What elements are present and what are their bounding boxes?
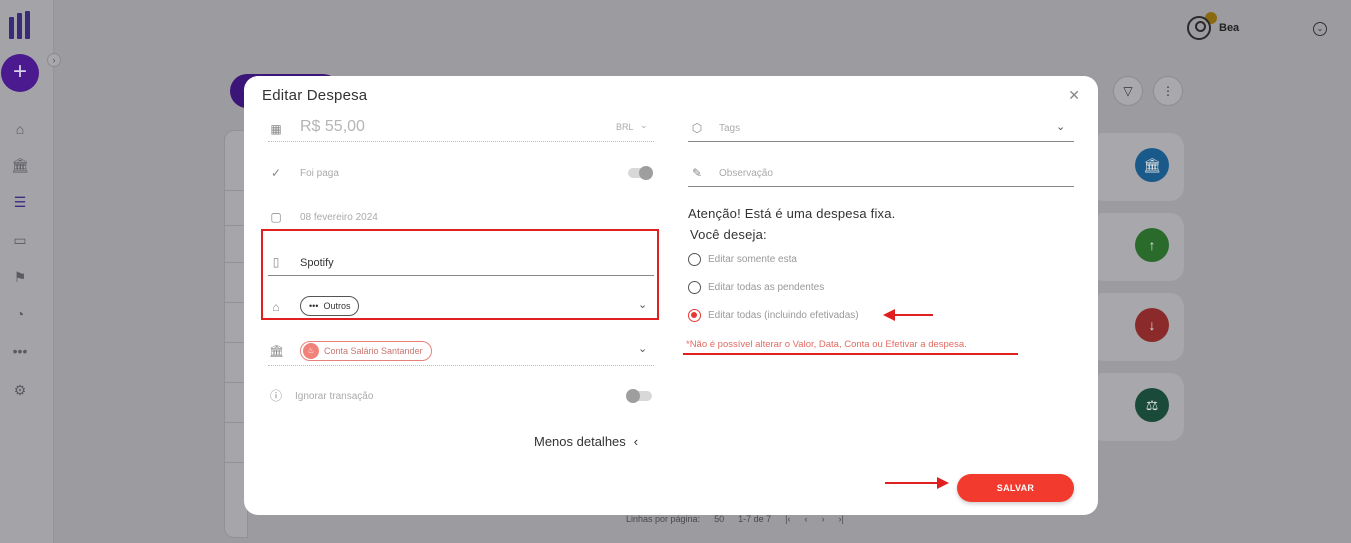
chevron-down-icon[interactable]: ⌄	[638, 342, 647, 355]
option-edit-all[interactable]: Editar todas (incluindo efetivadas)	[688, 309, 859, 322]
account-chip[interactable]: ♨ Conta Salário Santander	[300, 341, 432, 361]
option-edit-pending[interactable]: Editar todas as pendentes	[688, 281, 824, 294]
account-label: Conta Salário Santander	[324, 346, 423, 356]
radio-icon	[688, 281, 701, 294]
radio-icon	[688, 253, 701, 266]
kebab-menu-icon[interactable]: ⋮	[1153, 76, 1183, 106]
check-circle-icon: ✓	[270, 166, 282, 180]
highlight-underline	[683, 353, 1018, 355]
amount-field[interactable]: R$ 55,00	[300, 118, 365, 136]
date-field[interactable]: 08 fevereiro 2024	[300, 212, 378, 223]
page-range: 1-7 de 7	[738, 514, 772, 524]
arrow-left-icon	[883, 309, 933, 321]
warning-title: Atenção! Está é uma despesa fixa.	[688, 206, 896, 221]
radio-checked-icon	[688, 309, 701, 322]
chart-icon[interactable]: ◔	[11, 305, 29, 323]
ignore-label: Ignorar transação	[295, 391, 374, 402]
chevron-down-icon[interactable]: ⌄	[1313, 22, 1327, 36]
prev-page-icon[interactable]: ‹	[804, 514, 807, 524]
rows-per-page-label: Linhas por página:	[626, 514, 701, 524]
more-icon[interactable]: •••	[11, 342, 29, 360]
balance-icon: ⚖	[1135, 388, 1169, 422]
bank-icon[interactable]: 🏛	[11, 156, 29, 174]
bank-icon: 🏛	[269, 344, 285, 358]
home-icon[interactable]: ⌂	[11, 120, 29, 138]
list-icon[interactable]: ☰	[11, 193, 29, 211]
ignore-toggle[interactable]	[626, 389, 652, 403]
calendar-icon: ▢	[270, 210, 282, 224]
flag-icon[interactable]: ⚑	[11, 268, 29, 286]
option-label: Editar todas as pendentes	[708, 282, 825, 293]
modal-title: Editar Despesa	[262, 87, 368, 104]
tags-field[interactable]: Tags	[719, 123, 740, 134]
category-chip[interactable]: ••• Outros	[300, 296, 360, 316]
first-page-icon[interactable]: |‹	[785, 514, 790, 524]
arrow-down-icon: ↓	[1135, 308, 1169, 342]
chevron-down-icon[interactable]: ⌄	[640, 120, 648, 131]
add-button[interactable]: +	[1, 54, 39, 92]
divider	[268, 365, 654, 366]
bank-icon: 🏛	[1135, 148, 1169, 182]
pencil-icon: ✎	[691, 166, 703, 180]
bookmark-icon: ⌂	[272, 300, 280, 314]
divider	[268, 275, 654, 276]
user-name: Bea	[1219, 22, 1240, 34]
arrow-right-icon	[885, 477, 949, 489]
next-page-icon[interactable]: ›	[821, 514, 824, 524]
option-label: Editar todas (incluindo efetivadas)	[708, 310, 859, 321]
tag-icon: ⬡	[691, 121, 703, 135]
settings-icon[interactable]: ⚙	[11, 381, 29, 399]
chevron-down-icon[interactable]: ⌄	[1056, 120, 1065, 133]
warning-question: Você deseja:	[690, 227, 767, 242]
sidebar: + ⌂ 🏛 ☰ ▭ ⚑ ◔ ••• ⚙	[0, 0, 54, 543]
edit-expense-modal: Editar Despesa ✕ ▦ R$ 55,00 BRL ⌄ ✓ Foi …	[244, 76, 1098, 515]
option-edit-this[interactable]: Editar somente esta	[688, 253, 797, 266]
description-field[interactable]: Spotify	[300, 257, 334, 269]
filter-icon[interactable]: ▽	[1113, 76, 1143, 106]
less-details-button[interactable]: Menos detalhes ‹	[534, 434, 638, 449]
last-page-icon[interactable]: ›|	[838, 514, 843, 524]
divider	[688, 141, 1074, 142]
divider	[268, 141, 654, 142]
warning-note: *Não é possível alterar o Valor, Data, C…	[686, 339, 967, 350]
divider	[688, 186, 1074, 187]
less-details-label: Menos detalhes	[534, 434, 626, 449]
sidebar-toggle-icon[interactable]: ›	[47, 53, 61, 67]
category-label: Outros	[323, 301, 351, 311]
wallet-icon[interactable]: ▭	[11, 231, 29, 249]
chevron-down-icon[interactable]: ⌄	[638, 298, 647, 311]
close-icon[interactable]: ✕	[1068, 87, 1080, 104]
observation-field[interactable]: Observação	[719, 168, 773, 179]
calculator-icon: ▦	[270, 122, 282, 136]
chevron-left-icon: ‹	[633, 434, 639, 449]
arrow-up-icon: ↑	[1135, 228, 1169, 262]
rows-per-page-select[interactable]: 50	[714, 514, 724, 524]
currency-select[interactable]: BRL	[616, 122, 634, 132]
save-button[interactable]: SALVAR	[957, 474, 1074, 502]
paid-toggle[interactable]	[628, 166, 653, 180]
app-logo	[9, 11, 33, 39]
option-label: Editar somente esta	[708, 254, 797, 265]
file-icon: ▯	[272, 255, 280, 269]
info-icon: ⓘ	[269, 389, 282, 403]
santander-logo-icon: ♨	[303, 343, 319, 359]
dots-icon: •••	[309, 301, 319, 311]
pagination: Linhas por página: 50 1-7 de 7 |‹ ‹ › ›|	[626, 514, 844, 524]
paid-label: Foi paga	[300, 168, 339, 179]
user-menu[interactable]: Bea	[1187, 16, 1239, 40]
avatar-icon	[1187, 16, 1211, 40]
